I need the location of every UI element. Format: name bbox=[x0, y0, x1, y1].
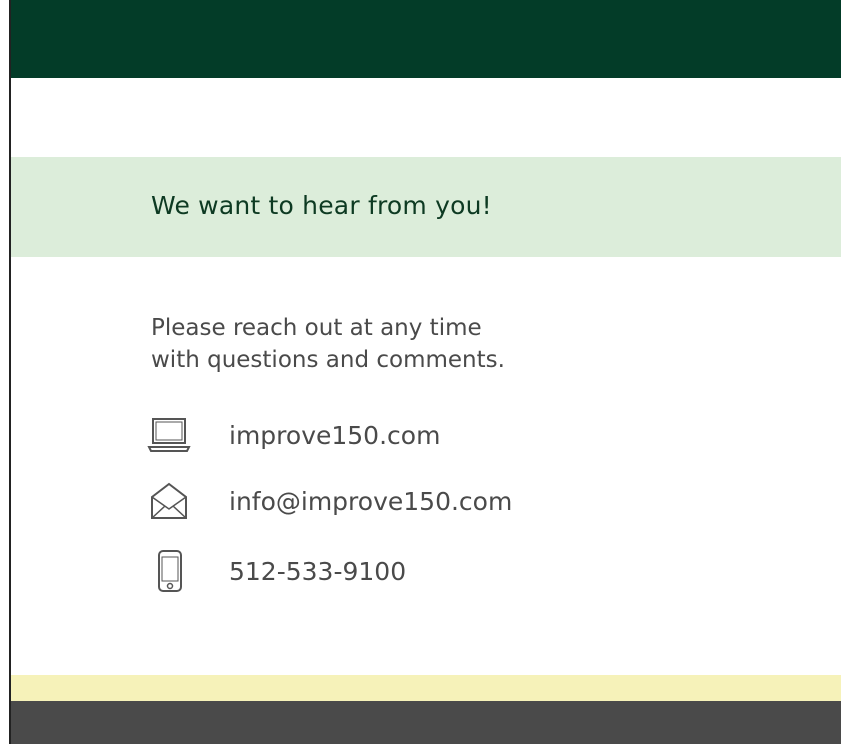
phone-icon bbox=[147, 549, 191, 593]
contact-slide: We want to hear from you! Please reach o… bbox=[11, 0, 841, 744]
contact-phone[interactable]: 512-533-9100 bbox=[147, 548, 406, 594]
intro-line-1: Please reach out at any time bbox=[151, 315, 482, 341]
page-title: We want to hear from you! bbox=[151, 191, 492, 220]
footer-gray-band bbox=[11, 701, 841, 744]
envelope-icon bbox=[147, 479, 191, 523]
intro-line-2: with questions and comments. bbox=[151, 347, 505, 373]
top-green-band bbox=[11, 0, 841, 78]
phone-number[interactable]: 512-533-9100 bbox=[229, 557, 406, 586]
intro-text: Please reach out at any time with questi… bbox=[151, 312, 671, 376]
website-link[interactable]: improve150.com bbox=[229, 421, 440, 450]
laptop-icon bbox=[147, 413, 191, 457]
footer-yellow-band bbox=[11, 675, 841, 701]
contact-email[interactable]: info@improve150.com bbox=[147, 478, 512, 524]
email-link[interactable]: info@improve150.com bbox=[229, 487, 512, 516]
contact-website[interactable]: improve150.com bbox=[147, 412, 440, 458]
page-left-border bbox=[0, 0, 11, 744]
